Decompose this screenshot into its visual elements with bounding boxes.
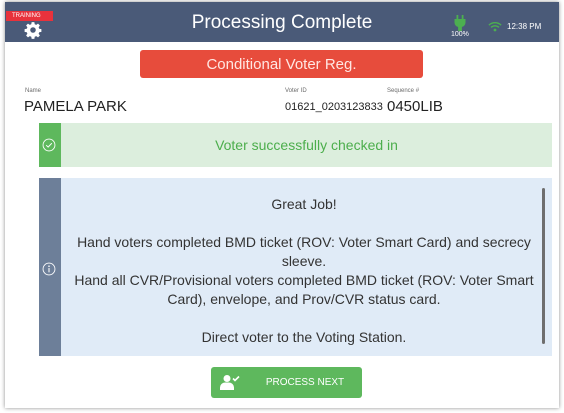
voter-name: PAMELA PARK — [24, 98, 127, 115]
instructions-line-3: Direct voter to the Voting Station. — [201, 329, 407, 345]
status-banner: Conditional Voter Reg. — [140, 50, 423, 78]
success-message: Voter successfully checked in — [215, 137, 398, 153]
instructions-panel: Great Job! Hand voters completed BMD tic… — [39, 178, 552, 356]
header-bar: TRAINING Processing Complete 100% 12:38 … — [5, 2, 559, 42]
voter-id: 01621_0203123833 — [285, 101, 383, 113]
page-title: Processing Complete — [191, 12, 373, 33]
info-bar — [39, 178, 61, 356]
person-check-icon — [220, 375, 240, 390]
app-window: TRAINING Processing Complete 100% 12:38 … — [5, 2, 559, 408]
success-bar — [39, 123, 61, 167]
instructions-line-2: Hand all CVR/Provisional voters complete… — [74, 272, 534, 307]
success-alert: Voter successfully checked in — [39, 123, 552, 167]
process-next-voter-label: PROCESS NEXT VOTER — [265, 377, 345, 388]
scrollbar[interactable] — [542, 188, 545, 344]
clock: 12:38 PM — [507, 22, 542, 31]
sequence-number: 0450LIB — [387, 98, 443, 115]
power-plug-icon — [454, 15, 466, 31]
info-icon — [42, 262, 56, 276]
process-next-voter-button[interactable]: PROCESS NEXT VOTER — [211, 367, 362, 398]
battery-level: 100% — [451, 31, 469, 38]
instructions-text: Great Job! Hand voters completed BMD tic… — [69, 178, 539, 356]
voter-id-label: Voter ID — [285, 88, 307, 94]
wifi-icon — [488, 21, 502, 32]
instructions-line-1: Hand voters completed BMD ticket (ROV: V… — [77, 234, 531, 269]
name-label: Name — [25, 88, 42, 94]
check-circle-icon — [42, 138, 56, 152]
instructions-heading: Great Job! — [271, 196, 337, 212]
sequence-label: Sequence # — [387, 88, 420, 94]
